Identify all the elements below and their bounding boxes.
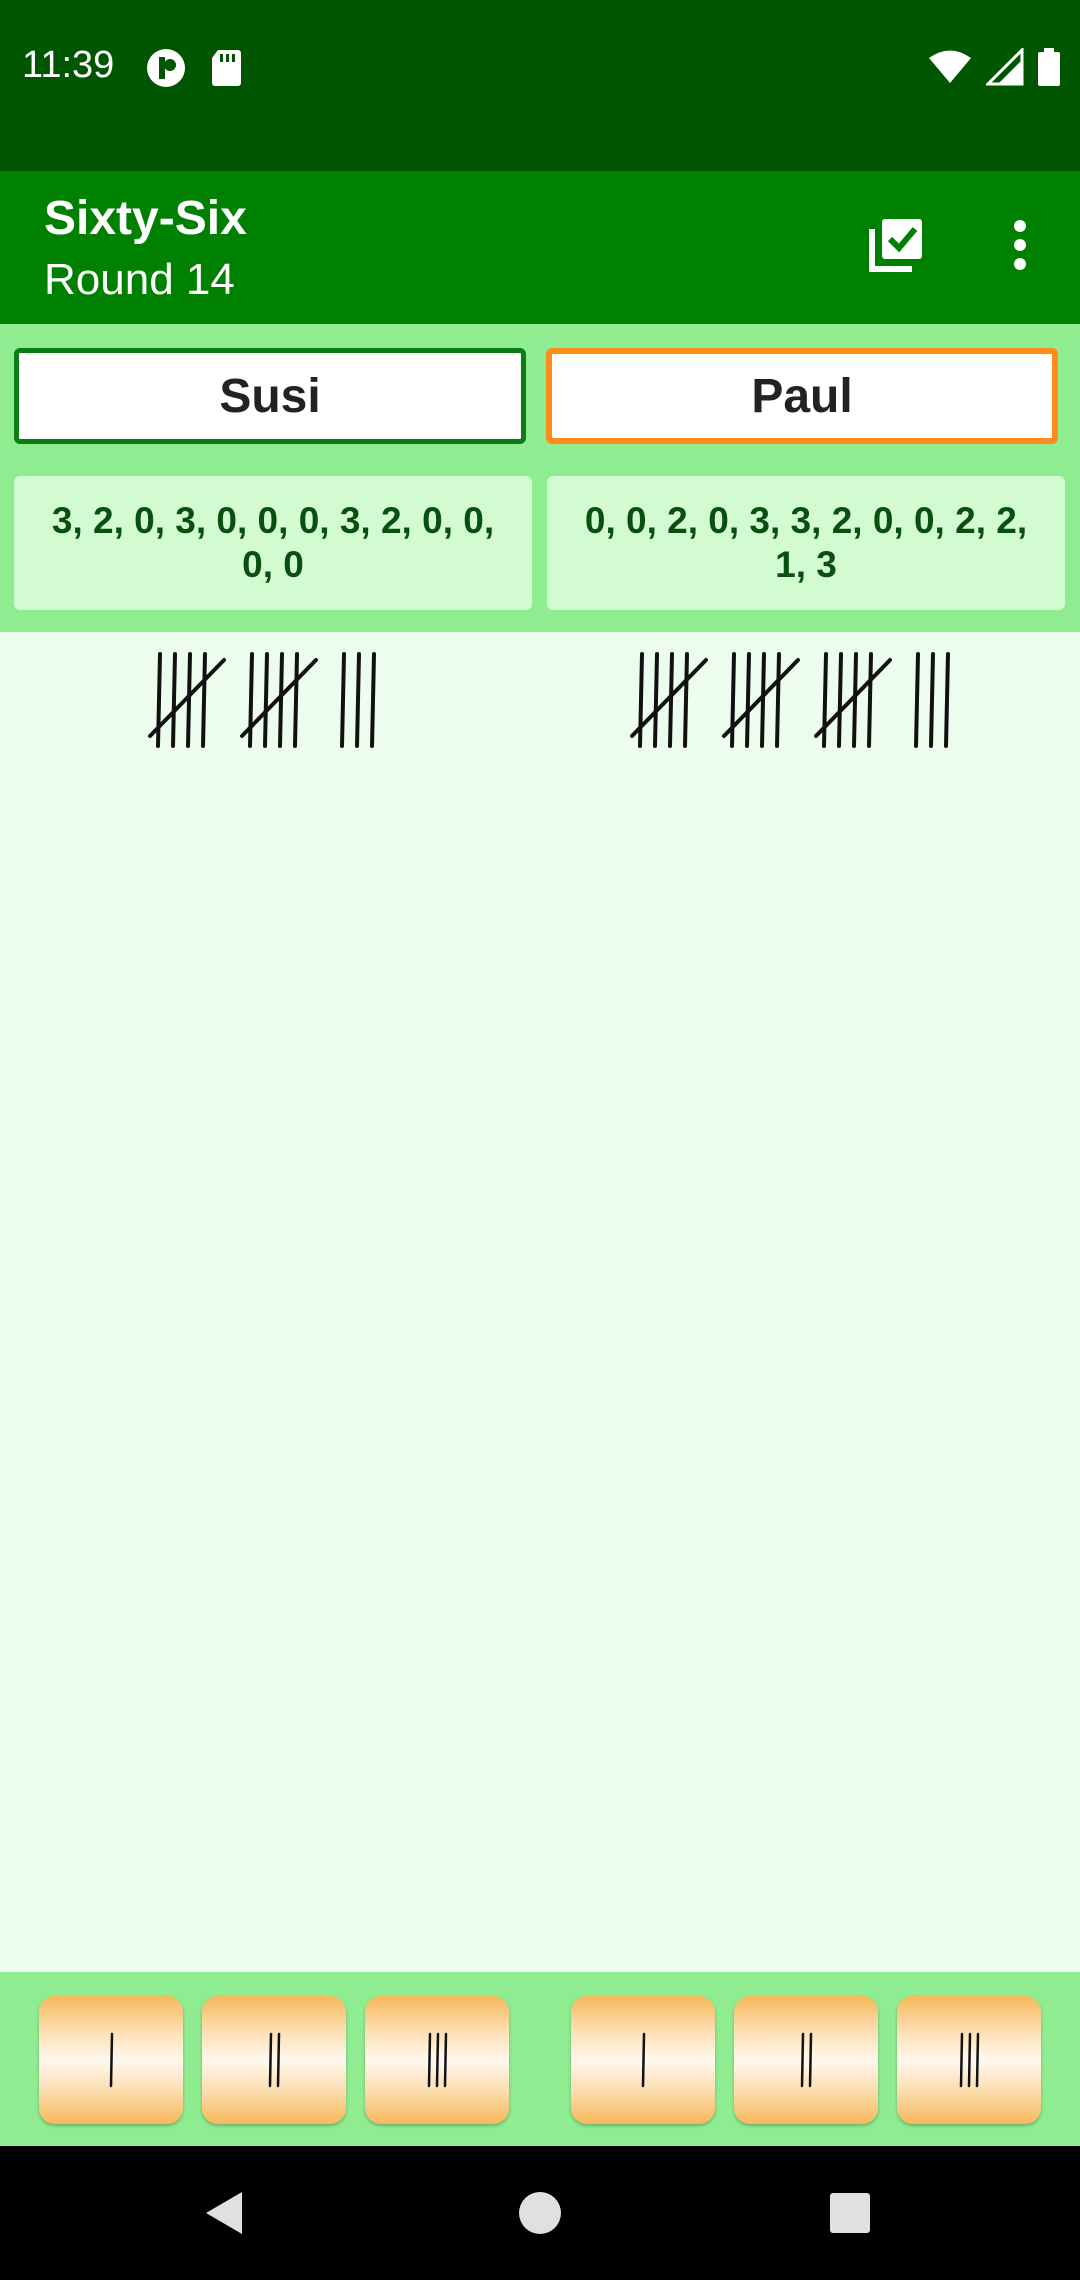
tally-stroke: [867, 652, 873, 748]
overflow-menu-button[interactable]: [988, 213, 1052, 277]
add-1-paul-button[interactable]: [571, 1996, 715, 2124]
navigation-bar: [0, 2146, 1080, 2280]
tally-stroke: [278, 652, 284, 748]
tally-stroke: [929, 652, 935, 748]
tally-stroke: [186, 652, 192, 748]
tally-stroke: [293, 652, 299, 748]
tally-stroke: [944, 652, 950, 748]
tally-3-icon: [427, 2032, 448, 2088]
add-2-susi-button[interactable]: [202, 1996, 346, 2124]
app-title: Sixty-Six: [44, 192, 247, 245]
tally-stroke: [745, 652, 751, 748]
add-3-paul-button[interactable]: [897, 1996, 1041, 2124]
round-label: Round 14: [44, 255, 235, 304]
round-scores-paul: 0, 0, 2, 0, 3, 3, 2, 0, 0, 2, 2, 1, 3: [547, 476, 1065, 610]
recents-icon[interactable]: [825, 2188, 875, 2238]
home-icon[interactable]: [515, 2188, 565, 2238]
add-points-bar: [0, 1972, 1080, 2146]
tally-3-icon: [959, 2032, 980, 2088]
tally-stroke: [653, 652, 659, 748]
add-2-paul-button[interactable]: [734, 1996, 878, 2124]
app-notification-icon: [147, 49, 185, 87]
round-scores-susi: 3, 2, 0, 3, 0, 0, 0, 3, 2, 0, 0, 0, 0: [14, 476, 532, 610]
tally-stroke: [201, 652, 207, 748]
app-bar: Sixty-Six Round 14: [0, 171, 1080, 324]
tally-stroke: [760, 652, 766, 748]
tally-stroke: [340, 652, 346, 748]
player-button-paul[interactable]: Paul: [546, 348, 1058, 444]
tally-stroke: [967, 2032, 972, 2088]
tally-stroke: [276, 2032, 281, 2088]
add-3-susi-button[interactable]: [365, 1996, 509, 2124]
cellular-signal-icon: [986, 48, 1024, 86]
status-bar: 11:39: [0, 0, 1080, 171]
overflow-menu-icon: [1014, 220, 1026, 270]
tally-stroke: [730, 652, 736, 748]
tally-stroke: [914, 652, 920, 748]
tally-stroke: [355, 652, 361, 748]
tally-stroke: [638, 652, 644, 748]
status-time: 11:39: [22, 44, 115, 86]
players-area: Susi Paul 3, 2, 0, 3, 0, 0, 0, 3, 2, 0, …: [0, 324, 1080, 632]
tally-1-icon: [109, 2032, 114, 2088]
tally-1-icon: [641, 2032, 646, 2088]
tally-stroke: [808, 2032, 813, 2088]
tally-2-icon: [268, 2032, 281, 2088]
tally-stroke: [668, 652, 674, 748]
tally-stroke: [959, 2032, 964, 2088]
tally-marks-susi: [148, 652, 376, 748]
tally-stroke: [975, 2032, 980, 2088]
tally-stroke: [171, 652, 177, 748]
tally-stroke: [268, 2032, 273, 2088]
tally-marks-paul: [630, 652, 950, 748]
tally-stroke: [435, 2032, 440, 2088]
tally-stroke: [822, 652, 828, 748]
tally-stroke: [683, 652, 689, 748]
tally-stroke: [263, 652, 269, 748]
back-icon[interactable]: [200, 2188, 250, 2238]
tally-stroke: [775, 652, 781, 748]
tally-stroke: [837, 652, 843, 748]
tally-stroke: [109, 2032, 114, 2088]
tally-stroke: [641, 2032, 646, 2088]
battery-icon: [1038, 48, 1060, 86]
tally-stroke: [248, 652, 254, 748]
check-list-icon: [869, 219, 922, 272]
player-button-susi[interactable]: Susi: [14, 348, 526, 444]
check-list-button[interactable]: [864, 213, 928, 277]
tally-stroke: [427, 2032, 432, 2088]
wifi-icon: [929, 50, 971, 83]
tally-stroke: [370, 652, 376, 748]
tally-2-icon: [800, 2032, 813, 2088]
tally-stroke: [156, 652, 162, 748]
tally-stroke: [443, 2032, 448, 2088]
sd-card-icon: [212, 50, 241, 86]
tally-stroke: [800, 2032, 805, 2088]
add-1-susi-button[interactable]: [39, 1996, 183, 2124]
tally-stroke: [852, 652, 858, 748]
